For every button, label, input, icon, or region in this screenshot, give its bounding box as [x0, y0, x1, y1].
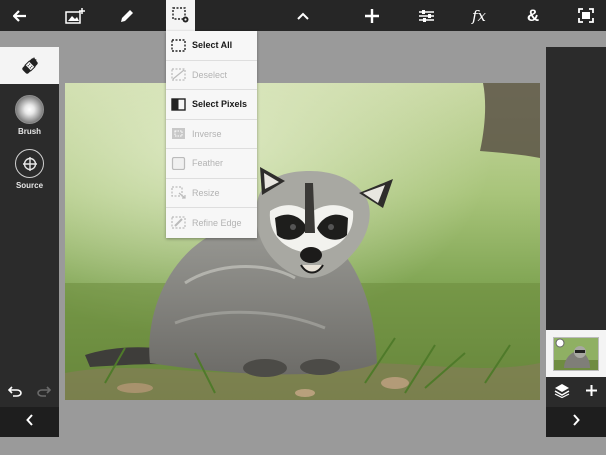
menu-item-label: Select Pixels — [192, 99, 248, 110]
fx-label: fx — [471, 6, 486, 25]
undo-redo-row — [0, 383, 59, 403]
feather-icon — [171, 156, 186, 170]
menu-item-resize[interactable]: Resize — [166, 179, 257, 208]
brush-label: Brush — [17, 127, 42, 136]
fx-icon[interactable]: fx — [465, 0, 493, 31]
deselect-icon — [171, 68, 186, 81]
chevron-right-icon — [572, 413, 580, 431]
brush-softness-icon — [15, 95, 44, 124]
ampersand-icon[interactable]: & — [519, 0, 547, 31]
canvas-photo[interactable] — [65, 83, 540, 400]
menu-item-feather[interactable]: Feather — [166, 149, 257, 179]
adjustments-sliders-icon[interactable] — [412, 0, 440, 31]
layers-icon[interactable] — [554, 383, 570, 403]
inverse-icon — [172, 128, 185, 140]
chevron-left-icon — [25, 413, 34, 431]
redo-icon[interactable] — [37, 384, 52, 402]
menu-item-refine-edge[interactable]: Refine Edge — [166, 208, 257, 238]
source-label: Source — [15, 181, 44, 190]
menu-item-label: Feather — [192, 158, 224, 169]
menu-item-select-pixels[interactable]: Select Pixels — [166, 90, 257, 120]
layer-thumbnail[interactable] — [546, 330, 606, 377]
source-target-icon — [15, 149, 44, 178]
select-pixels-icon — [171, 98, 186, 111]
menu-item-label: Inverse — [192, 128, 222, 139]
fullscreen-icon[interactable] — [572, 0, 600, 31]
menu-item-label: Select All — [192, 40, 233, 51]
top-toolbar: fx & — [0, 0, 606, 31]
right-layer-panel — [546, 47, 606, 437]
menu-item-label: Resize — [192, 187, 220, 198]
menu-item-select-all[interactable]: Select All — [166, 31, 257, 61]
menu-item-label: Deselect — [192, 69, 228, 80]
menu-item-inverse[interactable]: Inverse — [166, 120, 257, 149]
move-plus-icon[interactable] — [358, 0, 386, 31]
add-image-icon[interactable] — [62, 0, 88, 31]
undo-icon[interactable] — [7, 384, 22, 402]
ampersand-label: & — [526, 5, 540, 25]
layer-actions-row — [546, 381, 606, 405]
left-tool-panel: Brush Source — [0, 47, 59, 437]
raccoon-layer-thumbnail — [553, 336, 599, 371]
selection-menu: Select All Deselect Select Pixels Invers… — [166, 31, 257, 238]
brush-tool[interactable]: Brush — [0, 95, 59, 136]
collapse-left-button[interactable] — [0, 407, 59, 437]
resize-icon — [171, 186, 186, 199]
healing-brush-icon[interactable] — [0, 47, 59, 84]
refine-edge-icon — [171, 216, 186, 229]
plus-icon[interactable] — [585, 384, 598, 402]
menu-item-label: Refine Edge — [192, 217, 242, 228]
chevron-up-icon[interactable] — [290, 0, 316, 31]
menu-item-deselect[interactable]: Deselect — [166, 61, 257, 90]
back-arrow-icon[interactable] — [6, 0, 34, 31]
pencil-icon[interactable] — [114, 0, 140, 31]
source-tool[interactable]: Source — [0, 149, 59, 190]
expand-right-button[interactable] — [546, 407, 606, 437]
selection-settings-icon[interactable] — [166, 0, 195, 31]
select-all-icon — [171, 39, 186, 52]
